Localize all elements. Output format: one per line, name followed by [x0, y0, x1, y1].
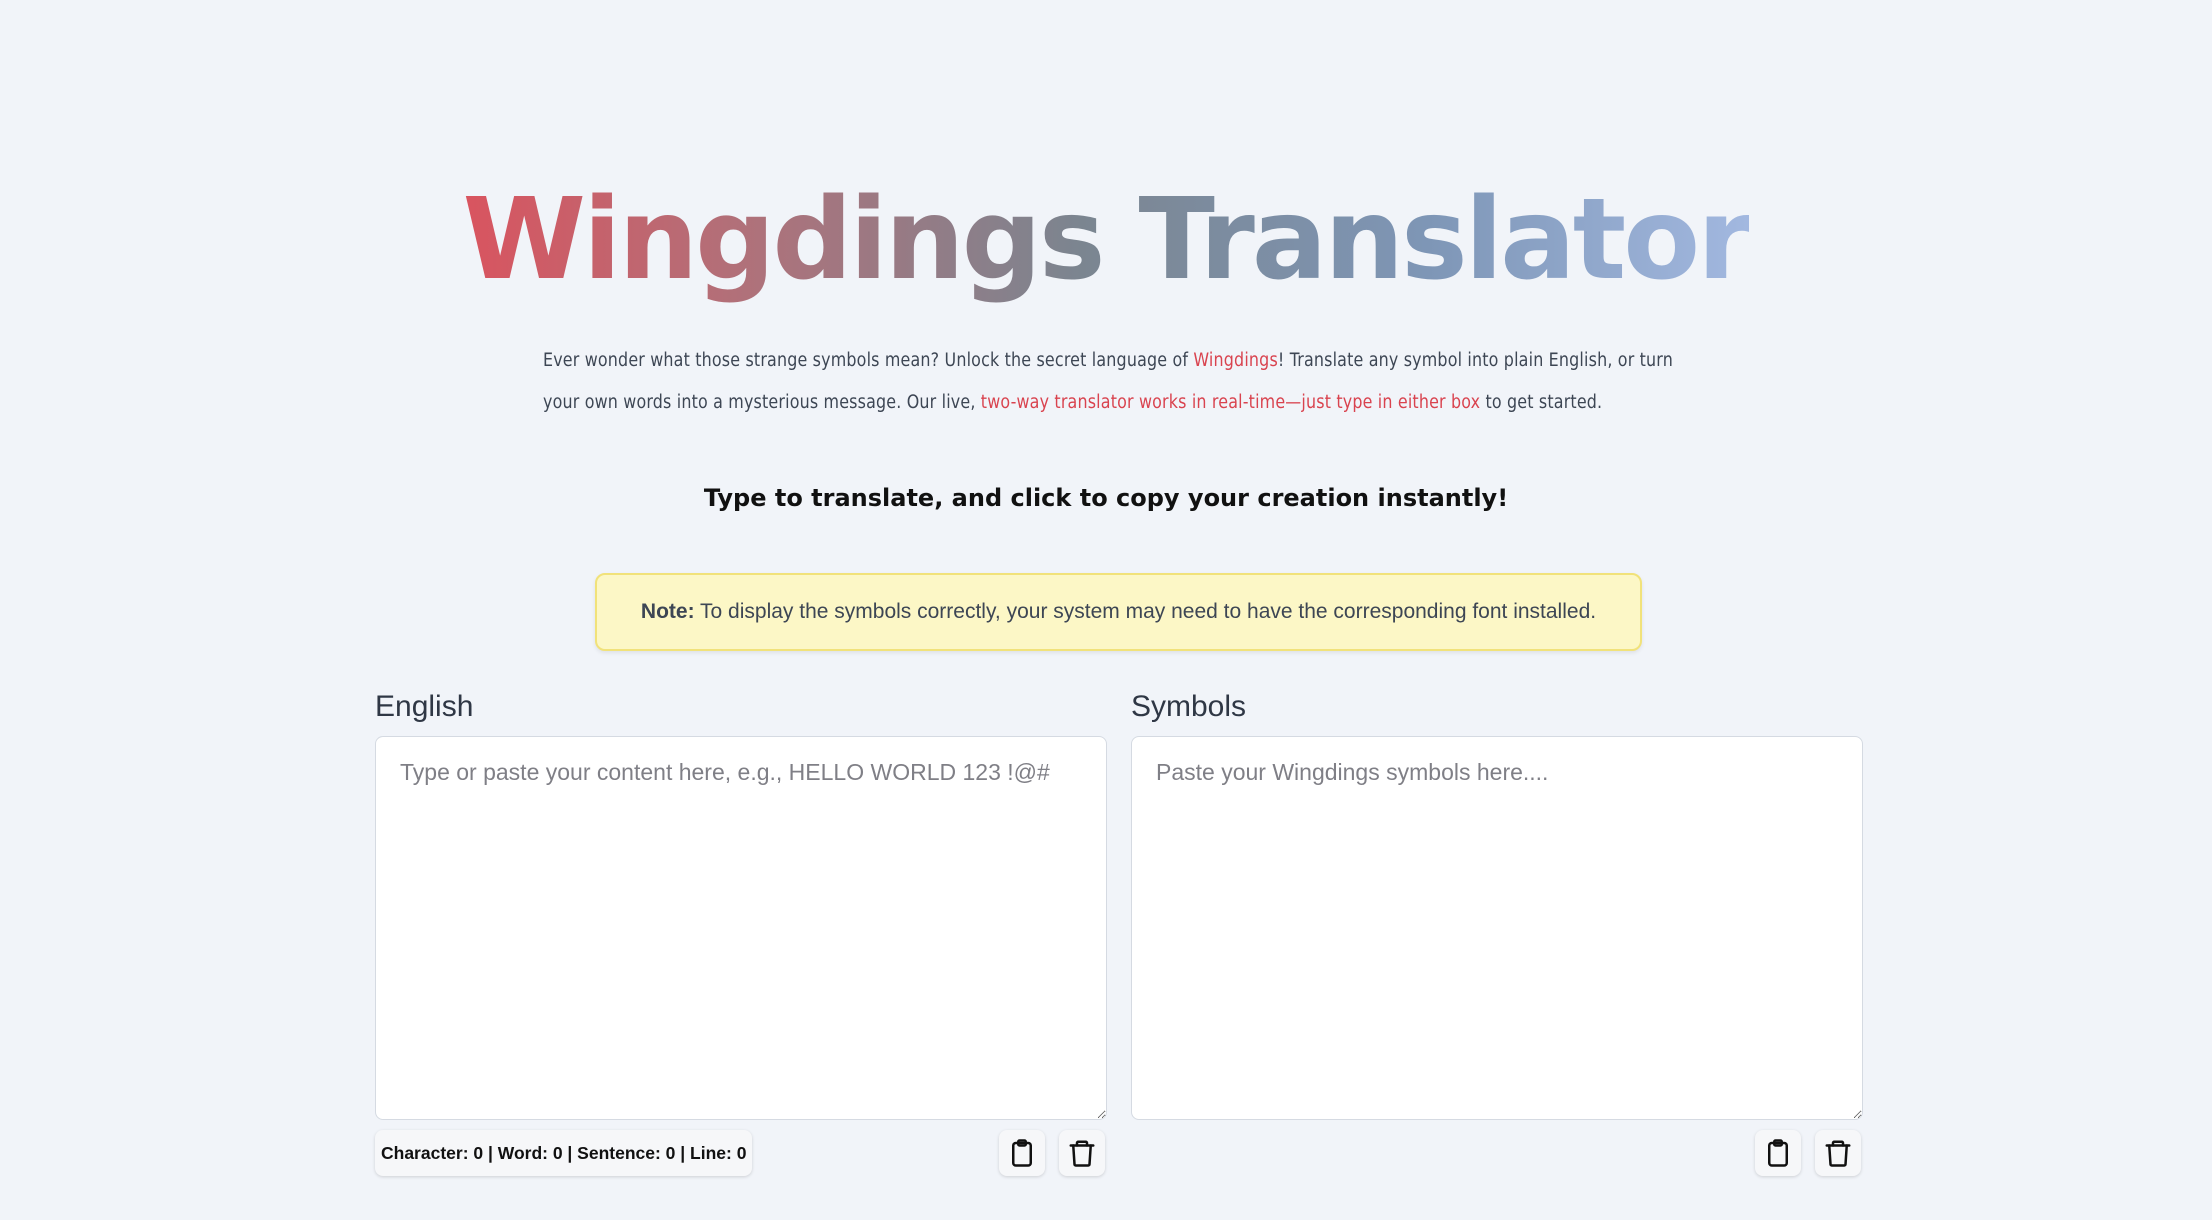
symbols-input[interactable] [1131, 736, 1863, 1120]
note-label: Note: [640, 600, 695, 623]
english-stats: Character: 0 | Word: 0 | Sentence: 0 | L… [375, 1130, 753, 1176]
page-title: Wingdings Translator [0, 175, 2212, 305]
intro-highlight: two-way translator works in real-time—ju… [980, 392, 1481, 413]
clipboard-icon [1007, 1138, 1037, 1168]
english-copy-button[interactable] [999, 1130, 1045, 1176]
trash-icon [1823, 1138, 1853, 1168]
english-label: English [375, 690, 474, 723]
instruction-heading: Type to translate, and click to copy you… [703, 484, 1509, 512]
intro-text-part3: to get started. [1480, 392, 1603, 413]
english-clear-button[interactable] [1059, 1130, 1105, 1176]
symbols-clear-button[interactable] [1815, 1130, 1861, 1176]
intro-paragraph: Ever wonder what those strange symbols m… [543, 340, 1693, 424]
clipboard-icon [1763, 1138, 1793, 1168]
english-input[interactable] [375, 736, 1107, 1120]
trash-icon [1067, 1138, 1097, 1168]
page-title-text: Wingdings Translator [462, 175, 1753, 305]
symbols-label: Symbols [1131, 690, 1247, 723]
page: Wingdings Translator Ever wonder what th… [0, 0, 2212, 1220]
intro-text-part1: Ever wonder what those strange symbols m… [543, 350, 1194, 371]
font-note-banner: Note: To display the symbols correctly, … [595, 573, 1642, 651]
wingdings-link[interactable]: Wingdings [1193, 350, 1278, 371]
note-text: To display the symbols correctly, your s… [694, 600, 1597, 623]
symbols-copy-button[interactable] [1755, 1130, 1801, 1176]
